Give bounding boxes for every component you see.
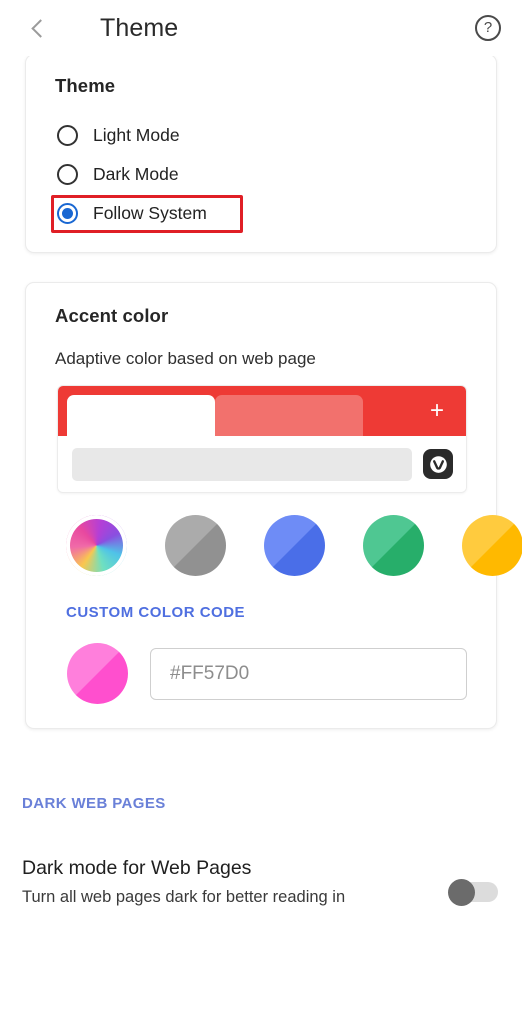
accent-card-title: Accent color [55,305,169,326]
swatch-green[interactable] [363,515,424,576]
radio-label-follow-system: Follow System [93,203,207,223]
back-button[interactable] [18,8,58,48]
pref-row-dark-mode-web-pages[interactable]: Dark mode for Web Pages Turn all web pag… [0,856,522,909]
settings-scroll-area[interactable]: Theme Light Mode Dark Mode Follow System… [0,56,522,1024]
preview-address-field [72,447,412,481]
help-button[interactable]: ? [472,12,504,44]
accent-swatch-row [26,515,522,576]
custom-color-row [26,643,496,704]
radio-button-dark-mode[interactable] [57,164,78,185]
pref-title-dark-mode-web-pages: Dark mode for Web Pages [22,857,252,879]
theme-radio-group: Light Mode Dark Mode Follow System [26,119,496,233]
radio-label-dark-mode: Dark Mode [93,164,179,184]
radio-option-follow-system[interactable]: Follow System [26,195,496,233]
chevron-left-icon [30,18,50,38]
swatch-adaptive[interactable] [66,515,127,576]
custom-color-input[interactable] [150,647,467,700]
app-bar: Theme ? [0,0,522,56]
theme-card: Theme Light Mode Dark Mode Follow System [25,56,497,253]
preview-address-bar [58,436,466,492]
radio-button-follow-system[interactable] [57,203,78,224]
preview-active-tab [67,395,215,436]
accent-card-subtitle: Adaptive color based on web page [55,349,316,368]
preview-inactive-tab [215,395,363,436]
theme-card-title: Theme [55,75,116,96]
swatch-yellow[interactable] [462,515,522,576]
pref-description-dark-mode-web-pages: Turn all web pages dark for better readi… [22,888,346,907]
toggle-dark-mode-web-pages[interactable] [448,879,500,906]
radio-button-light-mode[interactable] [57,125,78,146]
pref-text-block: Dark mode for Web Pages Turn all web pag… [22,856,434,909]
plus-icon: + [429,397,444,424]
radio-option-light-mode[interactable]: Light Mode [26,119,496,152]
help-circle-icon: ? [475,15,501,41]
vivaldi-logo-icon [423,449,453,479]
browser-preview: + [57,385,467,493]
section-label-dark-web-pages: DARK WEB PAGES [22,795,166,812]
toggle-knob [448,879,475,906]
preview-tab-bar: + [58,386,466,436]
swatch-custom-pink[interactable] [67,643,128,704]
radio-option-dark-mode[interactable]: Dark Mode [26,158,496,191]
custom-color-code-label: CUSTOM COLOR CODE [66,604,246,621]
accent-color-card: Accent color Adaptive color based on web… [25,282,522,729]
radio-label-light-mode: Light Mode [93,125,180,145]
swatch-gray[interactable] [165,515,226,576]
swatch-blue[interactable] [264,515,325,576]
page-title: Theme [100,13,179,42]
